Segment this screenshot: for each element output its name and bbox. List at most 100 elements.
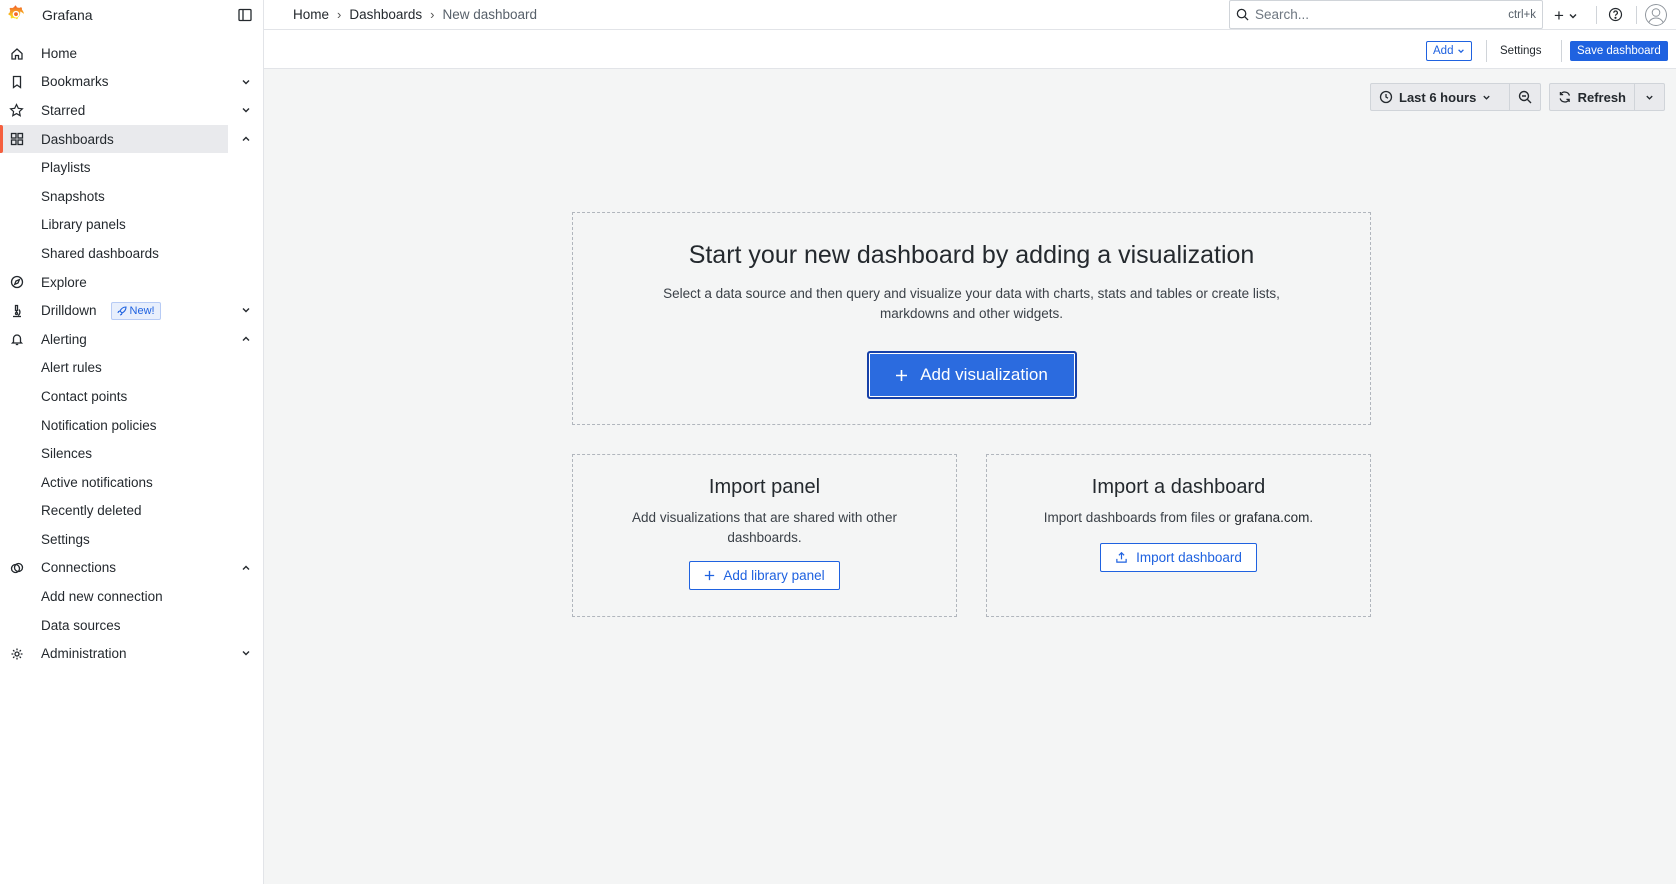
save-dashboard-button[interactable]: Save dashboard	[1570, 41, 1668, 61]
grafana-logo-icon	[8, 5, 24, 20]
sidebar-item-silences[interactable]: Silences	[0, 439, 228, 468]
import-dashboard-title: Import a dashboard	[1091, 476, 1266, 498]
sidebar-item-label: Contact points	[41, 388, 128, 404]
search-input[interactable]	[1255, 7, 1509, 22]
refresh-button[interactable]: Refresh	[1549, 83, 1635, 111]
import-panel-title: Import panel	[708, 476, 821, 498]
sidebar-item-label: Dashboards	[41, 131, 114, 147]
sidebar-item-explore[interactable]: Explore	[0, 268, 228, 297]
empty-dashboard-title: Start your new dashboard by adding a vis…	[688, 241, 1255, 269]
time-range-label: Last 6 hours	[1399, 89, 1477, 105]
upload-icon	[1116, 551, 1127, 563]
sidebar-item-alerting-settings[interactable]: Settings	[0, 525, 228, 554]
sidebar: Grafana Home Bookmarks Starred Dashboard…	[0, 0, 264, 884]
sidebar-item-snapshots[interactable]: Snapshots	[0, 182, 228, 211]
sidebar-item-label: Settings	[41, 531, 90, 547]
sidebar-item-playlists[interactable]: Playlists	[0, 153, 228, 182]
sidebar-item-label: Home	[41, 45, 78, 61]
sidebar-item-label: Shared dashboards	[41, 245, 159, 261]
connections-icon	[9, 561, 24, 576]
sidebar-item-connections[interactable]: Connections	[0, 554, 250, 583]
chevron-down-icon[interactable]	[240, 304, 252, 316]
import-dashboard-text-end: .	[1309, 510, 1314, 525]
time-range-picker[interactable]: Last 6 hours	[1370, 83, 1510, 111]
breadcrumb-dashboards[interactable]: Dashboards	[349, 7, 422, 22]
brand[interactable]: Grafana	[0, 0, 263, 30]
sidebar-dock-icon	[238, 8, 252, 22]
sidebar-item-recently-deleted[interactable]: Recently deleted	[0, 497, 228, 526]
star-icon	[9, 103, 24, 118]
brand-name: Grafana	[42, 7, 93, 23]
search-shortcut: ctrl+k	[1508, 8, 1536, 21]
chevron-down-icon[interactable]	[240, 104, 252, 116]
dashboard-toolbar: Add Settings Save dashboard	[264, 30, 1676, 69]
sidebar-item-add-new-connection[interactable]: Add new connection	[0, 582, 228, 611]
apps-icon	[9, 132, 24, 147]
search-box[interactable]: ctrl+k	[1229, 0, 1543, 29]
sidebar-item-bookmarks[interactable]: Bookmarks	[0, 68, 250, 97]
add-visualization-label: Add visualization	[920, 365, 1048, 384]
chevron-down-icon	[1646, 95, 1653, 100]
import-dashboard-button[interactable]: Import dashboard	[1100, 543, 1257, 572]
new-badge: New!	[110, 301, 161, 320]
grafana-com-link[interactable]: grafana.com	[1234, 510, 1309, 525]
add-button-label: Add	[1433, 45, 1454, 57]
sidebar-item-label: Active notifications	[41, 474, 153, 490]
chevron-up-icon[interactable]	[240, 133, 252, 145]
sidebar-item-label: Alerting	[41, 331, 87, 347]
dock-menu-button[interactable]	[236, 6, 254, 24]
help-button[interactable]	[1608, 7, 1623, 25]
sidebar-item-label: Administration	[41, 646, 127, 662]
sidebar-item-administration[interactable]: Administration	[0, 639, 250, 668]
search-icon	[1236, 8, 1249, 21]
sidebar-item-contact-points[interactable]: Contact points	[0, 382, 228, 411]
bookmark-icon	[9, 75, 24, 90]
user-avatar[interactable]	[1645, 4, 1667, 26]
sidebar-item-active-notifications[interactable]: Active notifications	[0, 468, 228, 497]
breadcrumb-home[interactable]: Home	[293, 7, 329, 22]
zoom-out-icon	[1518, 90, 1532, 104]
divider	[1561, 40, 1562, 62]
sidebar-item-alerting[interactable]: Alerting	[0, 325, 250, 354]
chevron-right-icon: ›	[430, 7, 435, 22]
divider	[1596, 6, 1597, 24]
import-panel-description: Add visualizations that are shared with …	[632, 510, 897, 545]
time-controls: Last 6 hours Refresh	[1370, 83, 1665, 111]
sidebar-item-dashboards[interactable]: Dashboards	[0, 124, 250, 154]
chevron-right-icon: ›	[337, 7, 342, 22]
sidebar-item-library-panels[interactable]: Library panels	[0, 211, 228, 240]
zoom-out-button[interactable]	[1510, 83, 1541, 111]
sidebar-item-label: Alert rules	[41, 360, 102, 376]
nav-menu: Home Bookmarks Starred Dashboards Playli…	[0, 39, 263, 668]
settings-button[interactable]: Settings	[1494, 41, 1548, 61]
microscope-icon	[9, 303, 24, 318]
chevron-down-icon	[1483, 95, 1490, 100]
import-dashboard-text: Import dashboards from files or	[1043, 510, 1235, 525]
sidebar-item-data-sources[interactable]: Data sources	[0, 611, 228, 640]
new-menu-button[interactable]: +	[1554, 6, 1578, 26]
sidebar-item-drilldown[interactable]: Drilldown New!	[0, 296, 250, 325]
sidebar-item-alert-rules[interactable]: Alert rules	[0, 354, 228, 383]
sidebar-item-label: Playlists	[41, 160, 91, 176]
sidebar-item-home[interactable]: Home	[0, 39, 228, 68]
sidebar-item-label: Recently deleted	[41, 503, 142, 519]
app-root: Grafana Home Bookmarks Starred Dashboard…	[0, 0, 1676, 884]
bell-icon	[9, 332, 24, 347]
chevron-down-icon[interactable]	[240, 76, 252, 88]
import-dashboard-description: Import dashboards from files or grafana.…	[1009, 508, 1349, 528]
chevron-up-icon[interactable]	[240, 562, 252, 574]
chevron-up-icon[interactable]	[240, 333, 252, 345]
chevron-down-icon[interactable]	[240, 647, 252, 659]
add-library-panel-button[interactable]: Add library panel	[689, 561, 840, 590]
import-dashboard-card: Import a dashboard Import dashboards fro…	[986, 454, 1371, 617]
sidebar-item-shared-dashboards[interactable]: Shared dashboards	[0, 239, 228, 268]
plus-icon	[896, 369, 908, 381]
sidebar-item-label: Library panels	[41, 217, 126, 233]
sidebar-item-starred[interactable]: Starred	[0, 96, 250, 125]
add-visualization-button[interactable]: Add visualization	[866, 351, 1077, 399]
add-button[interactable]: Add	[1426, 41, 1473, 61]
sidebar-item-label: Drilldown	[41, 303, 97, 319]
refresh-interval-dropdown[interactable]	[1635, 83, 1665, 111]
clock-icon	[1379, 90, 1393, 104]
sidebar-item-notification-policies[interactable]: Notification policies	[0, 411, 228, 440]
